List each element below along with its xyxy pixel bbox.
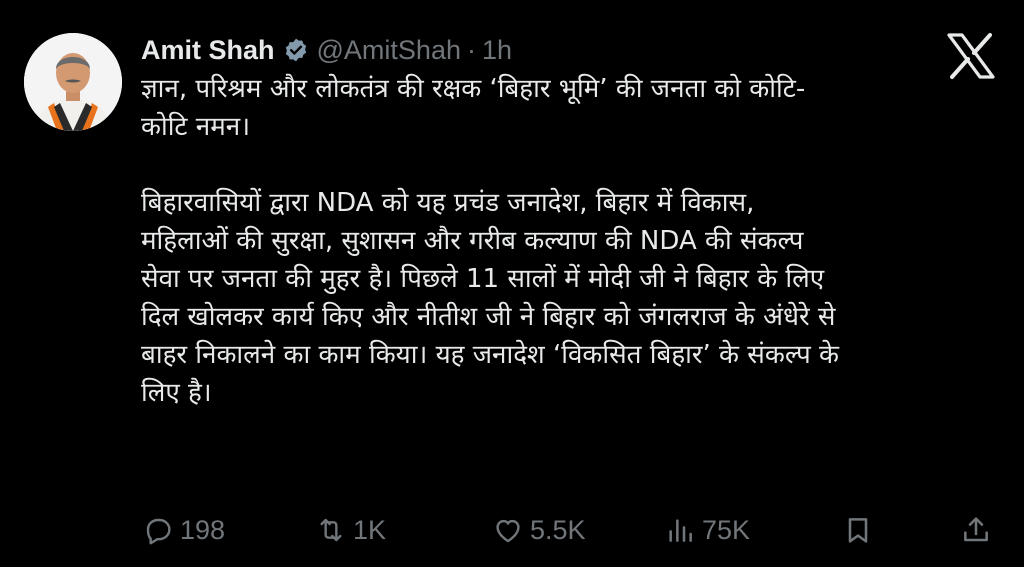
reply-icon <box>142 514 174 546</box>
repost-icon <box>315 514 347 546</box>
analytics-icon <box>664 514 696 546</box>
reply-button[interactable]: 198 <box>142 505 225 555</box>
share-icon <box>960 514 992 546</box>
action-bar: 198 1K 5.5K 75K <box>0 505 1024 555</box>
repost-count: 1K <box>353 514 387 545</box>
like-button[interactable]: 5.5K <box>492 505 586 555</box>
avatar[interactable] <box>24 33 122 131</box>
author-handle[interactable]: @AmitShah <box>317 35 461 66</box>
tweet-card: Amit Shah @AmitShah · 1h ज्ञान, परिश्रम … <box>0 0 1024 567</box>
author-name[interactable]: Amit Shah <box>141 35 275 66</box>
verified-badge-icon <box>283 37 309 63</box>
tweet-header: Amit Shah @AmitShah · 1h <box>141 32 512 68</box>
heart-icon <box>492 514 524 546</box>
tweet-text: ज्ञान, परिश्रम और लोकतंत्र की रक्षक ‘बिह… <box>141 74 839 408</box>
share-button[interactable] <box>960 505 992 555</box>
timestamp[interactable]: 1h <box>482 35 512 66</box>
views-button[interactable]: 75K <box>664 505 750 555</box>
repost-button[interactable]: 1K <box>315 505 386 555</box>
bookmark-button[interactable] <box>842 505 874 555</box>
like-count: 5.5K <box>530 514 586 545</box>
separator-dot: · <box>466 34 476 65</box>
reply-count: 198 <box>180 514 226 545</box>
view-count: 75K <box>702 514 751 545</box>
bookmark-icon <box>842 514 874 546</box>
